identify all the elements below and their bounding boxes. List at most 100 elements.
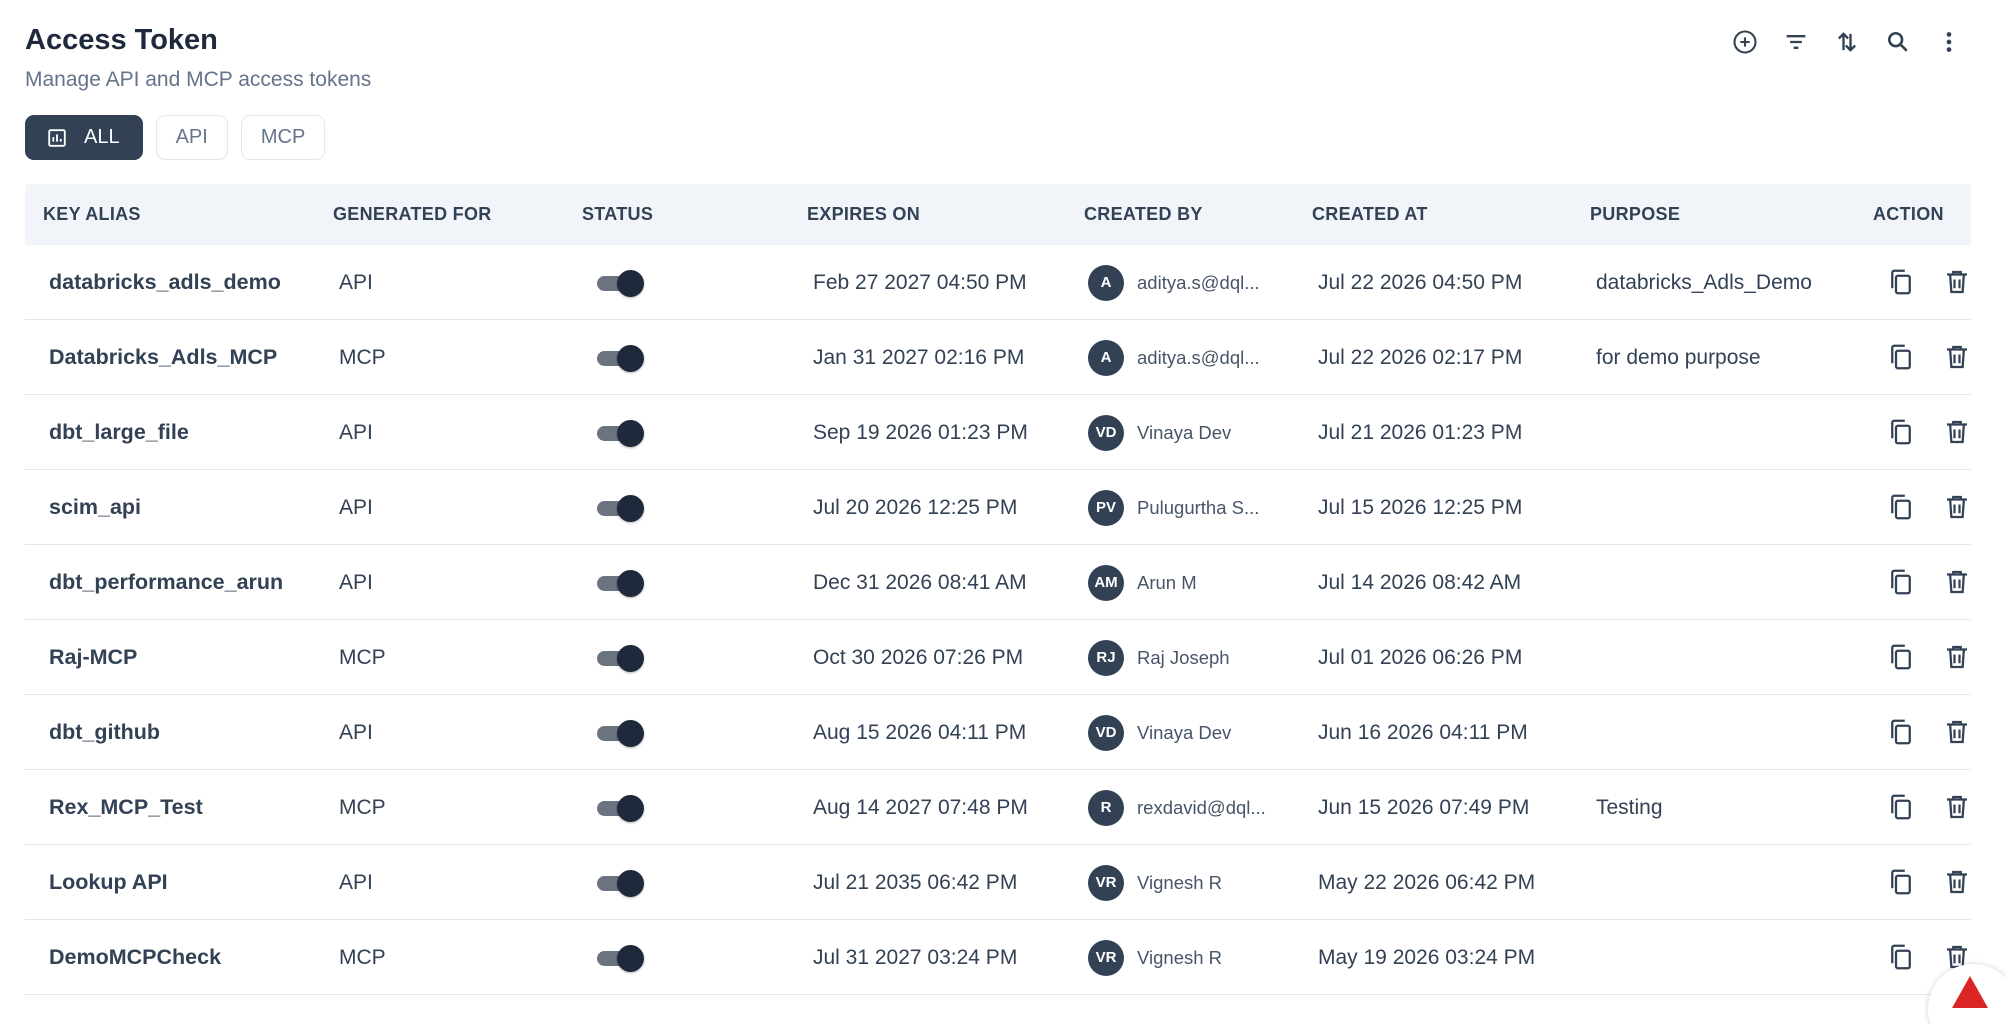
created-at: May 19 2026 03:24 PM bbox=[1318, 945, 1536, 969]
status-toggle[interactable] bbox=[597, 644, 644, 672]
key-alias: Raj-MCP bbox=[49, 645, 138, 669]
status-toggle[interactable] bbox=[597, 494, 644, 522]
filter-icon bbox=[1786, 35, 1806, 49]
tab-all[interactable]: ALL bbox=[25, 115, 143, 160]
page-header: Access Token Manage API and MCP access t… bbox=[25, 22, 371, 94]
table-row[interactable]: DemoMCPCheck MCP Jul 31 2027 03:24 PM VR Vig… bbox=[25, 920, 1971, 995]
avatar: A bbox=[1088, 264, 1124, 301]
copy-token-button[interactable] bbox=[1884, 565, 1918, 599]
add-circle-icon bbox=[1733, 30, 1757, 54]
table-row[interactable]: Raj-MCP MCP Oct 30 2026 07:26 PM RJ Raj Jose… bbox=[25, 620, 1971, 695]
add-token-button[interactable] bbox=[1725, 22, 1765, 62]
column-header-expires-on[interactable]: EXPIRES ON bbox=[807, 204, 920, 225]
avatar: VR bbox=[1088, 864, 1124, 901]
status-toggle[interactable] bbox=[597, 269, 644, 297]
copy-token-button[interactable] bbox=[1884, 340, 1918, 374]
column-header-created-at[interactable]: CREATED AT bbox=[1312, 204, 1428, 225]
copy-token-button[interactable] bbox=[1884, 865, 1918, 899]
table-row[interactable]: Databricks_Adls_MCP MCP Jan 31 2027 02:16 … bbox=[25, 320, 1971, 395]
table-row[interactable]: databricks_adls_demo API Feb 27 2027 04:50… bbox=[25, 245, 1971, 320]
table-row[interactable]: dbt_performance_arun API Dec 31 2026 08:41… bbox=[25, 545, 1971, 620]
table-row[interactable]: dbt_github API Aug 15 2026 04:11 PM VD Vinay… bbox=[25, 695, 1971, 770]
delete-token-button[interactable] bbox=[1940, 265, 1974, 299]
copy-token-button[interactable] bbox=[1884, 640, 1918, 674]
created-by-cell: VR Vignesh R bbox=[1088, 920, 1222, 995]
created-at: Jun 15 2026 07:49 PM bbox=[1318, 795, 1530, 819]
status-toggle[interactable] bbox=[597, 344, 644, 372]
status-toggle[interactable] bbox=[597, 944, 644, 972]
delete-token-button[interactable] bbox=[1940, 715, 1974, 749]
created-by-name: Vinaya Dev bbox=[1137, 721, 1232, 743]
expires-on: Aug 14 2027 07:48 PM bbox=[813, 795, 1028, 819]
warning-triangle-icon bbox=[1952, 976, 1988, 1008]
trash-icon bbox=[1947, 570, 1967, 594]
avatar: R bbox=[1088, 789, 1124, 826]
status-toggle[interactable] bbox=[597, 869, 644, 897]
delete-token-button[interactable] bbox=[1940, 490, 1974, 524]
expires-on: Dec 31 2026 08:41 AM bbox=[813, 570, 1027, 594]
column-header-key-alias[interactable]: KEY ALIAS bbox=[43, 204, 141, 225]
table-row[interactable]: Lookup API API Jul 21 2035 06:42 PM VR Vigne… bbox=[25, 845, 1971, 920]
status-cell bbox=[597, 620, 644, 695]
created-by-cell: VR Vignesh R bbox=[1088, 845, 1222, 920]
page-subtitle: Manage API and MCP access tokens bbox=[25, 68, 372, 91]
tab-api[interactable]: API bbox=[155, 115, 228, 160]
status-toggle[interactable] bbox=[597, 719, 644, 747]
column-header-status[interactable]: STATUS bbox=[582, 204, 653, 225]
avatar: VR bbox=[1088, 939, 1124, 976]
column-header-purpose[interactable]: PURPOSE bbox=[1590, 204, 1680, 225]
tab-api-label: API bbox=[175, 126, 208, 148]
copy-token-button[interactable] bbox=[1884, 265, 1918, 299]
table-row[interactable]: Rex_MCP_Test MCP Aug 14 2027 07:48 PM Rrexd… bbox=[25, 770, 1971, 845]
created-by-cell: RJ Raj Joseph bbox=[1088, 620, 1230, 695]
more-options-button[interactable] bbox=[1929, 22, 1969, 62]
filter-button[interactable] bbox=[1776, 22, 1816, 62]
delete-token-button[interactable] bbox=[1940, 640, 1974, 674]
sort-button[interactable] bbox=[1827, 22, 1867, 62]
table-row[interactable]: dbt_large_file API Sep 19 2026 01:23 PM VD V… bbox=[25, 395, 1971, 470]
created-at: Jul 01 2026 06:26 PM bbox=[1318, 645, 1523, 669]
status-cell bbox=[597, 770, 644, 845]
avatar: VD bbox=[1088, 714, 1124, 751]
copy-token-button[interactable] bbox=[1884, 940, 1918, 974]
created-by-cell: VD Vinaya Dev bbox=[1088, 695, 1231, 770]
delete-token-button[interactable] bbox=[1940, 790, 1974, 824]
key-alias: dbt_github bbox=[49, 720, 161, 744]
copy-icon bbox=[1891, 494, 1911, 520]
copy-token-button[interactable] bbox=[1884, 715, 1918, 749]
copy-token-button[interactable] bbox=[1884, 790, 1918, 824]
generated-for: MCP bbox=[339, 645, 386, 669]
delete-token-button[interactable] bbox=[1940, 565, 1974, 599]
created-by-cell: Aaditya.s@dql... bbox=[1088, 320, 1260, 395]
created-by-name: aditya.s@dql... bbox=[1137, 346, 1260, 368]
tab-mcp[interactable]: MCP bbox=[240, 115, 326, 160]
generated-for: API bbox=[339, 270, 373, 294]
created-by-name: Vinaya Dev bbox=[1137, 421, 1232, 443]
status-cell bbox=[597, 695, 644, 770]
column-header-created-by[interactable]: CREATED BY bbox=[1084, 204, 1203, 225]
purpose: Testing bbox=[1596, 795, 1663, 819]
created-by-name: rexdavid@dql... bbox=[1137, 796, 1266, 818]
toggle-knob bbox=[617, 944, 644, 972]
generated-for: API bbox=[339, 495, 373, 519]
status-cell bbox=[597, 395, 644, 470]
copy-token-button[interactable] bbox=[1884, 415, 1918, 449]
delete-token-button[interactable] bbox=[1940, 865, 1974, 899]
copy-token-button[interactable] bbox=[1884, 490, 1918, 524]
toggle-knob bbox=[617, 719, 644, 747]
search-button[interactable] bbox=[1878, 22, 1918, 62]
trash-icon bbox=[1947, 495, 1967, 519]
delete-token-button[interactable] bbox=[1940, 340, 1974, 374]
column-header-generated-for[interactable]: GENERATED FOR bbox=[333, 204, 492, 225]
status-toggle[interactable] bbox=[597, 419, 644, 447]
status-toggle[interactable] bbox=[597, 794, 644, 822]
created-by-cell: AM Arun M bbox=[1088, 545, 1197, 620]
table-row[interactable]: scim_api API Jul 20 2026 12:25 PM PV Pulugur… bbox=[25, 470, 1971, 545]
expires-on: Jul 21 2035 06:42 PM bbox=[813, 870, 1018, 894]
created-at: Jun 16 2026 04:11 PM bbox=[1318, 720, 1528, 744]
copy-icon bbox=[1891, 719, 1911, 745]
toggle-knob bbox=[617, 419, 644, 447]
avatar: VD bbox=[1088, 414, 1124, 451]
status-toggle[interactable] bbox=[597, 569, 644, 597]
delete-token-button[interactable] bbox=[1940, 415, 1974, 449]
